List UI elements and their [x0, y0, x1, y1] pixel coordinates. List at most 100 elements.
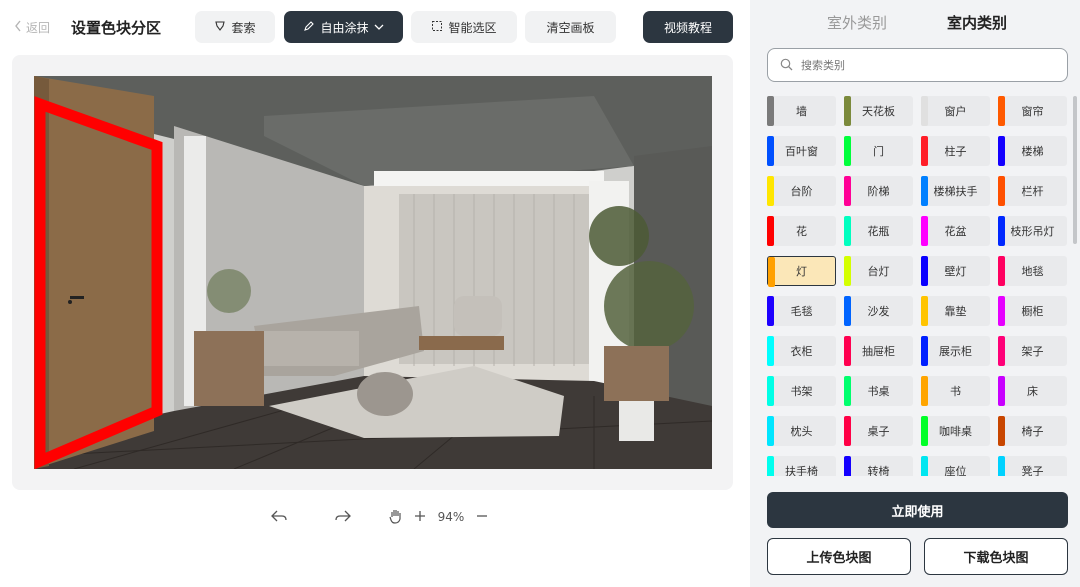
color-swatch — [844, 176, 851, 206]
category-item[interactable]: 台灯 — [844, 256, 913, 286]
category-label: 座位 — [944, 465, 967, 476]
category-label: 桌子 — [867, 425, 890, 438]
undo-icon — [271, 509, 287, 526]
category-item[interactable]: 衣柜 — [767, 336, 836, 366]
category-item[interactable]: 阶梯 — [844, 176, 913, 206]
category-item[interactable]: 床 — [998, 376, 1067, 406]
category-item[interactable]: 壁灯 — [921, 256, 990, 286]
category-label: 窗帘 — [1021, 105, 1044, 118]
tab-indoor[interactable]: 室内类别 — [947, 12, 1007, 33]
color-swatch — [767, 296, 774, 326]
color-swatch — [998, 416, 1005, 446]
category-item[interactable]: 凳子 — [998, 456, 1067, 476]
tab-outdoor[interactable]: 室外类别 — [827, 12, 887, 33]
canvas-area[interactable] — [12, 55, 733, 490]
undo-button[interactable] — [268, 505, 290, 529]
category-item[interactable]: 沙发 — [844, 296, 913, 326]
category-item[interactable]: 架子 — [998, 336, 1067, 366]
category-item[interactable]: 窗户 — [921, 96, 990, 126]
free-paint-dropdown[interactable]: 自由涂抹 — [284, 11, 403, 43]
page-title: 设置色块分区 — [71, 19, 162, 37]
category-item[interactable]: 靠垫 — [921, 296, 990, 326]
video-tutorial-button[interactable]: 视频教程 — [643, 11, 733, 43]
category-item[interactable]: 花瓶 — [844, 216, 913, 246]
pencil-icon — [303, 20, 315, 35]
color-swatch — [767, 136, 774, 166]
category-search[interactable] — [767, 48, 1068, 82]
category-item[interactable]: 毛毯 — [767, 296, 836, 326]
category-item[interactable]: 展示柜 — [921, 336, 990, 366]
search-input[interactable] — [801, 58, 1041, 72]
category-label: 花 — [796, 225, 807, 238]
scrollbar[interactable] — [1073, 96, 1077, 244]
category-item[interactable]: 窗帘 — [998, 96, 1067, 126]
category-label: 窗户 — [944, 105, 967, 118]
category-item[interactable]: 楼梯扶手 — [921, 176, 990, 206]
category-label: 扶手椅 — [785, 465, 818, 476]
category-item[interactable]: 书 — [921, 376, 990, 406]
color-swatch — [767, 176, 774, 206]
canvas-controls: 94% — [0, 505, 750, 529]
category-label: 展示柜 — [939, 345, 972, 358]
category-item[interactable]: 地毯 — [998, 256, 1067, 286]
category-label: 抽屉柜 — [862, 345, 895, 358]
category-label: 靠垫 — [944, 305, 967, 318]
color-swatch — [844, 256, 851, 286]
dashed-select-icon — [431, 20, 443, 35]
color-swatch — [767, 336, 774, 366]
color-swatch — [767, 456, 774, 476]
category-item[interactable]: 花 — [767, 216, 836, 246]
zoom-in-button[interactable] — [410, 505, 430, 529]
category-label: 地毯 — [1021, 265, 1044, 278]
category-item[interactable]: 灯 — [767, 256, 836, 287]
category-item[interactable]: 抽屉柜 — [844, 336, 913, 366]
color-swatch — [921, 336, 928, 366]
clear-canvas-button[interactable]: 清空画板 — [525, 11, 616, 43]
upload-colormap-button[interactable]: 上传色块图 — [767, 538, 911, 575]
color-swatch — [844, 296, 851, 326]
redo-button[interactable] — [332, 505, 354, 529]
category-item[interactable]: 天花板 — [844, 96, 913, 126]
color-swatch — [844, 416, 851, 446]
category-item[interactable]: 转椅 — [844, 456, 913, 476]
color-swatch — [767, 216, 774, 246]
category-item[interactable]: 椅子 — [998, 416, 1067, 446]
category-item[interactable]: 百叶窗 — [767, 136, 836, 166]
category-item[interactable]: 柱子 — [921, 136, 990, 166]
chevron-down-icon — [374, 20, 384, 34]
category-item[interactable]: 枝形吊灯 — [998, 216, 1067, 246]
lasso-icon — [214, 20, 226, 35]
category-item[interactable]: 枕头 — [767, 416, 836, 446]
category-item[interactable]: 座位 — [921, 456, 990, 476]
category-label: 凳子 — [1021, 465, 1044, 476]
download-colormap-button[interactable]: 下载色块图 — [924, 538, 1068, 575]
category-item[interactable]: 橱柜 — [998, 296, 1067, 326]
video-tutorial-label: 视频教程 — [663, 20, 712, 35]
category-item[interactable]: 书架 — [767, 376, 836, 406]
category-label: 咖啡桌 — [939, 425, 972, 438]
category-item[interactable]: 墙 — [767, 96, 836, 126]
category-item[interactable]: 楼梯 — [998, 136, 1067, 166]
category-item[interactable]: 花盆 — [921, 216, 990, 246]
category-item[interactable]: 桌子 — [844, 416, 913, 446]
smart-select-button[interactable]: 智能选区 — [411, 11, 517, 43]
back-button[interactable]: 返回 — [14, 19, 50, 36]
category-label: 书 — [950, 385, 961, 398]
category-item[interactable]: 书桌 — [844, 376, 913, 406]
color-swatch — [998, 456, 1005, 476]
zoom-level: 94% — [437, 510, 465, 524]
category-item[interactable]: 门 — [844, 136, 913, 166]
category-item[interactable]: 台阶 — [767, 176, 836, 206]
use-now-button[interactable]: 立即使用 — [767, 492, 1068, 528]
category-item[interactable]: 咖啡桌 — [921, 416, 990, 446]
zoom-out-button[interactable] — [472, 505, 492, 529]
category-item[interactable]: 扶手椅 — [767, 456, 836, 476]
hand-pan-button[interactable] — [386, 505, 406, 529]
lasso-button[interactable]: 套索 — [195, 11, 275, 43]
color-swatch — [844, 96, 851, 126]
category-label: 柱子 — [944, 145, 967, 158]
color-swatch — [998, 216, 1005, 246]
room-image[interactable] — [34, 76, 712, 469]
color-swatch — [998, 176, 1005, 206]
category-item[interactable]: 栏杆 — [998, 176, 1067, 206]
